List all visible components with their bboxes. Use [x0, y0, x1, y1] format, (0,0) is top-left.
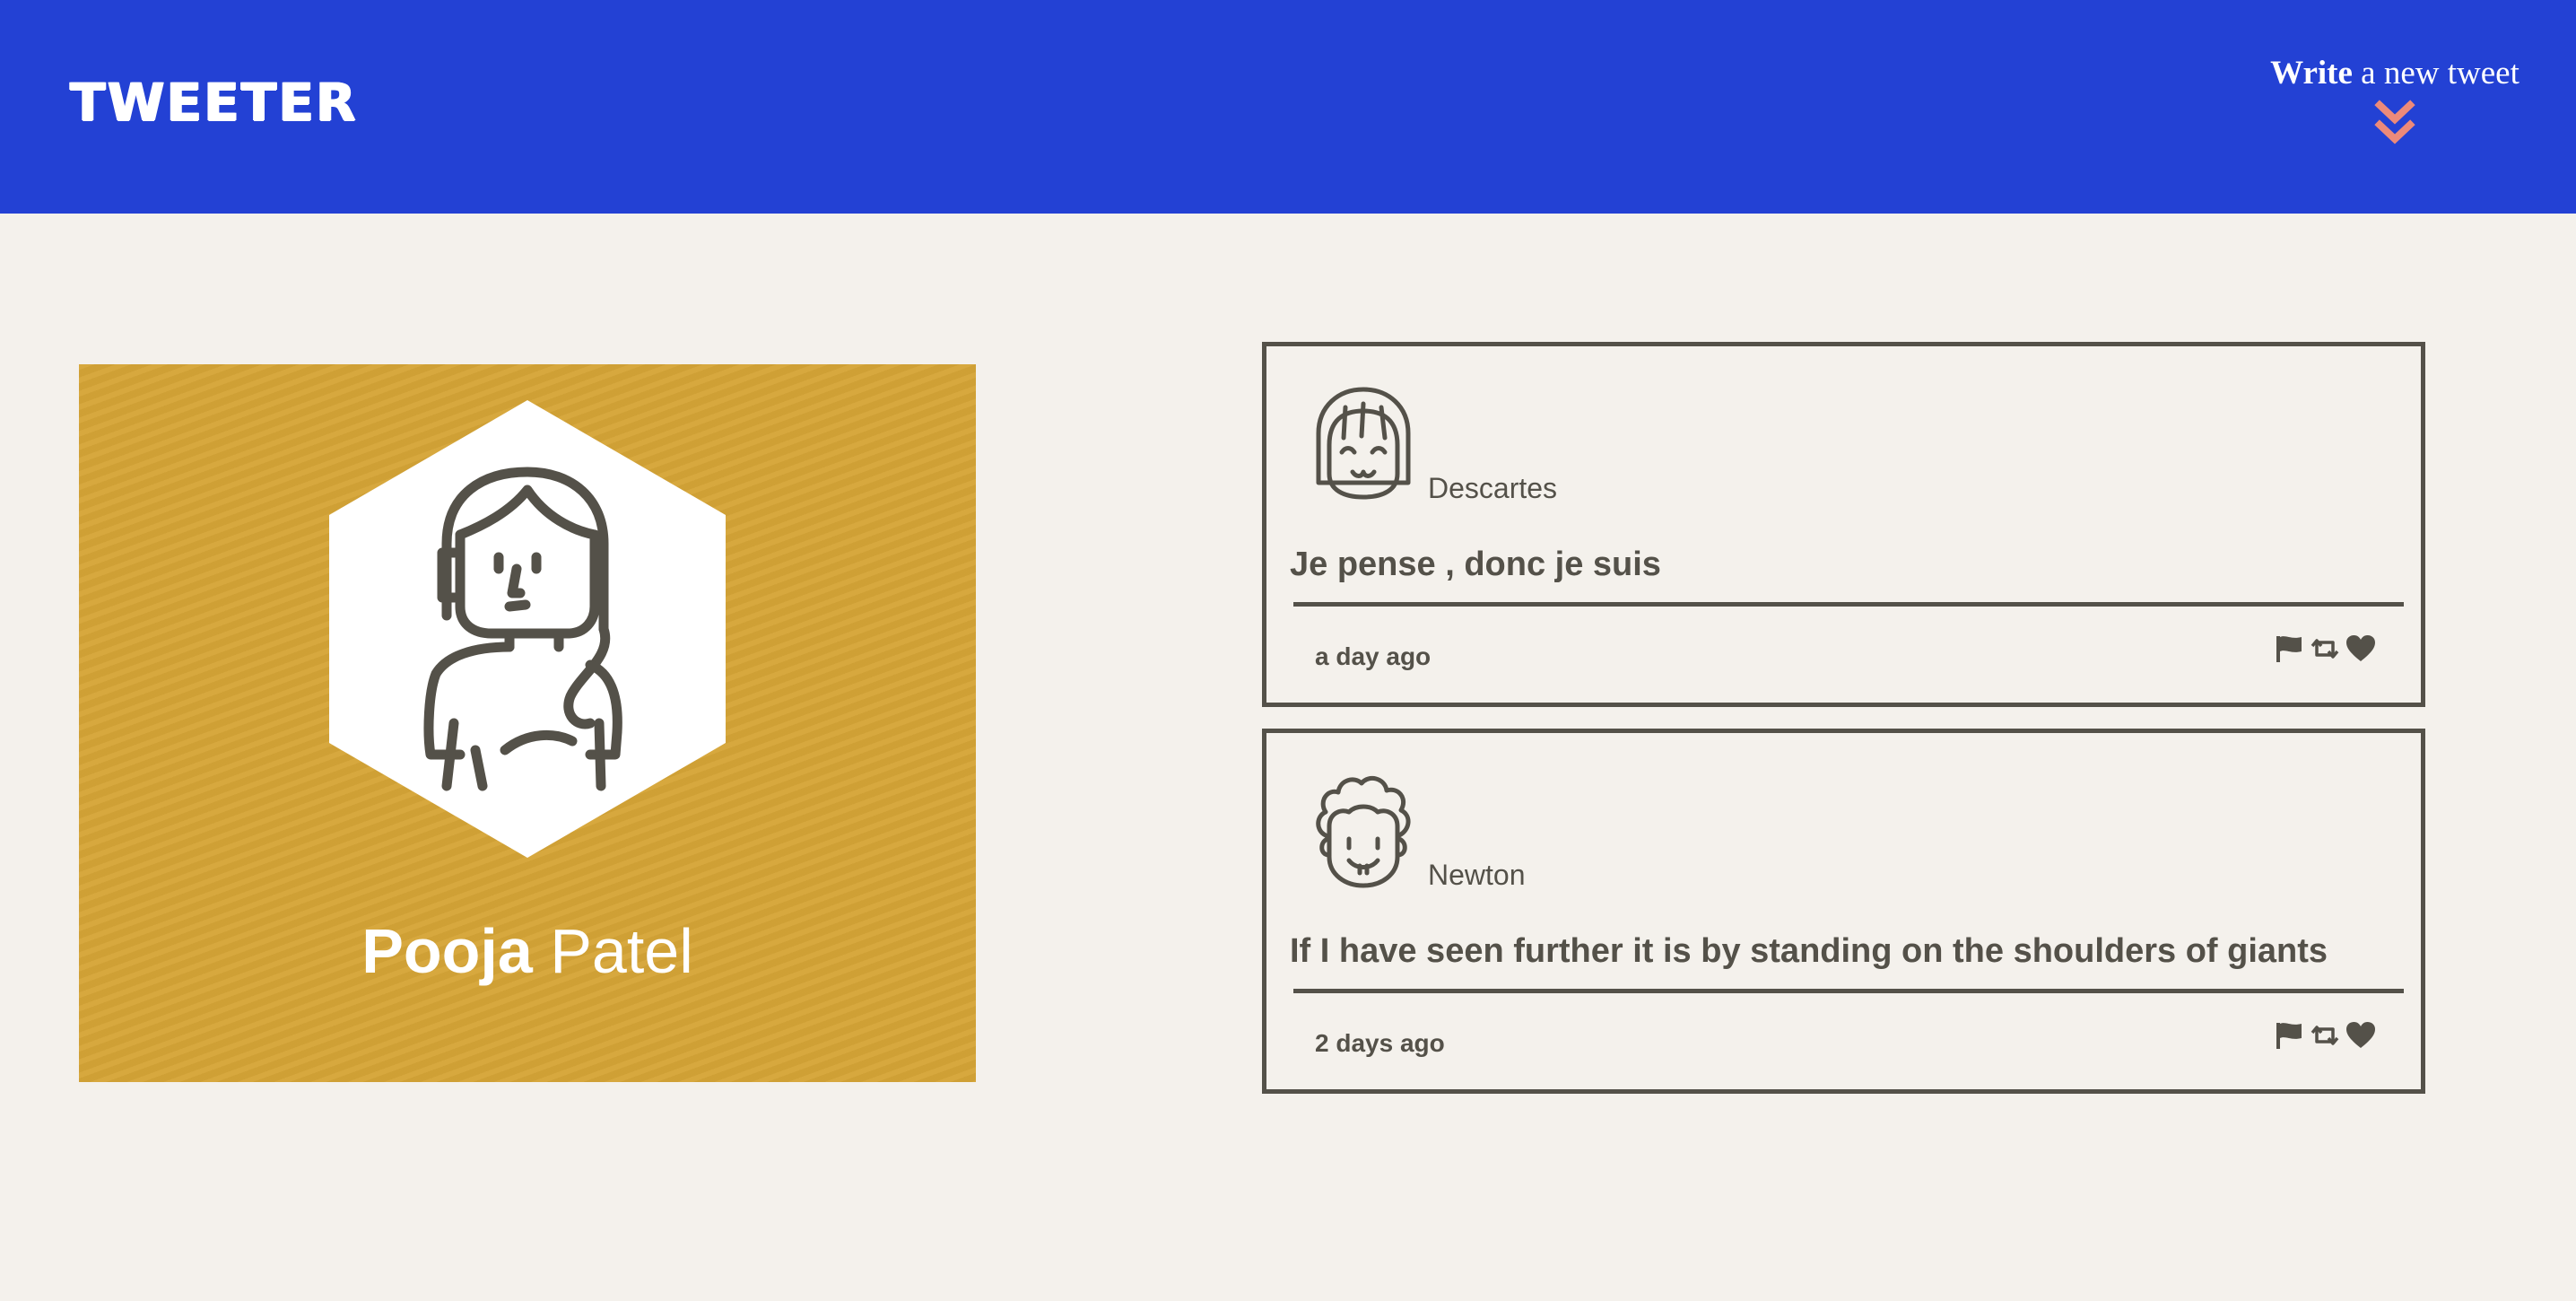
tweet-timestamp: a day ago: [1315, 642, 1432, 670]
write-new-tweet-label: Write a new tweet: [2260, 54, 2529, 92]
tweet-card: Newton If I have seen further it is by s…: [1262, 729, 2425, 1094]
profile-card: Pooja Patel: [79, 364, 976, 1082]
retweet-icon[interactable]: [2309, 633, 2341, 664]
tweet-divider: [1293, 602, 2404, 607]
tweet-author[interactable]: Newton: [1428, 859, 1526, 892]
retweet-icon[interactable]: [2309, 1020, 2341, 1051]
girl-avatar-icon: [423, 467, 622, 791]
tweet-divider: [1293, 989, 2404, 993]
tweet-text: Je pense , donc je suis: [1290, 546, 1661, 583]
tweet-card: Descartes Je pense , donc je suis a day …: [1262, 342, 2425, 707]
heart-icon[interactable]: [2345, 1020, 2377, 1051]
tweet-author[interactable]: Descartes: [1428, 472, 1557, 505]
tweet-text: If I have seen further it is by standing…: [1290, 932, 2328, 970]
write-new-tweet-rest: a new tweet: [2352, 55, 2519, 92]
tweet-actions: [2273, 633, 2377, 664]
tweet-actions: [2273, 1020, 2377, 1051]
profile-first-name: Pooja: [361, 916, 533, 986]
heart-icon[interactable]: [2345, 633, 2377, 664]
tweet-list: Descartes Je pense , donc je suis a day …: [1262, 342, 2425, 1115]
flag-icon[interactable]: [2273, 633, 2305, 664]
double-chevron-down-icon[interactable]: [2374, 100, 2415, 146]
tweet-timestamp: 2 days ago: [1315, 1029, 1445, 1057]
write-new-tweet-bold: Write: [2270, 55, 2353, 92]
curly-hair-avatar-icon: [1316, 775, 1411, 888]
bob-haircut-avatar-icon: [1316, 387, 1411, 500]
profile-name: Pooja Patel: [79, 915, 976, 987]
write-new-tweet-toggle[interactable]: Write a new tweet: [2260, 54, 2529, 170]
profile-last-name: Patel: [550, 916, 693, 986]
flag-icon[interactable]: [2273, 1020, 2305, 1051]
app-logo[interactable]: TWEETER: [70, 72, 358, 133]
top-nav: TWEETER Write a new tweet: [0, 0, 2576, 214]
